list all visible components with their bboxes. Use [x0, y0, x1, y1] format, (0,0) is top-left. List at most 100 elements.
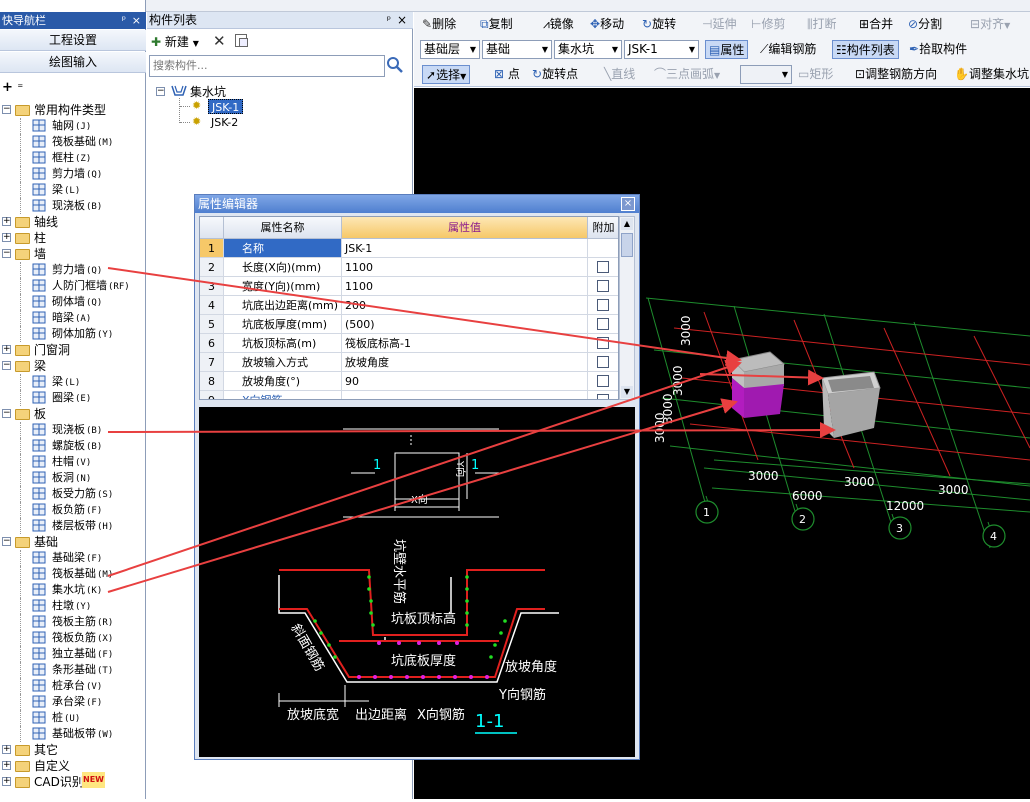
tree-item-35[interactable]: 条形基础 (T) [0, 662, 146, 678]
close-icon[interactable]: × [132, 12, 141, 29]
extend-button[interactable]: ⊣延伸 [702, 15, 736, 34]
rotate-button[interactable]: ↻旋转 [642, 15, 676, 34]
property-value-cell[interactable]: 放坡角度 [342, 353, 588, 372]
tree-item-4[interactable]: 剪力墙 (Q) [0, 166, 146, 182]
tree-item-29[interactable]: 筏板基础 (M) [0, 566, 146, 582]
copy-button[interactable]: ⧉复制 [480, 15, 513, 34]
expand-expander[interactable]: + [2, 777, 11, 786]
tree-group-7[interactable]: + 轴线 [0, 214, 146, 230]
property-value-cell[interactable]: 1100 [342, 277, 588, 296]
expand-expander[interactable]: + [2, 345, 11, 354]
tree-group-27[interactable]: − 基础 [0, 534, 146, 550]
adjust-rebar-direction-button[interactable]: ⊡调整钢筋方向 [855, 65, 937, 84]
tree-item-32[interactable]: 筏板主筋 (R) [0, 614, 146, 630]
tree-group-9[interactable]: − 墙 [0, 246, 146, 262]
tree-item-30[interactable]: 集水坑 (K) [0, 582, 146, 598]
sump-pit-jsk-1[interactable] [730, 351, 786, 418]
sump-pit-jsk-2[interactable] [821, 371, 881, 438]
type-select[interactable]: 集水坑 ▼ [554, 40, 622, 59]
arc-button[interactable]: ⌒三点画弧▼ [654, 65, 720, 84]
property-value-cell[interactable]: 200 [342, 296, 588, 315]
expand-collapse-icons[interactable]: + ⁼ [2, 80, 42, 96]
tree-item-39[interactable]: 基础板带 (W) [0, 726, 146, 742]
tree-item-21[interactable]: 螺旋板 (B) [0, 438, 146, 454]
collapse-expander[interactable]: − [2, 249, 11, 258]
tree-item-2[interactable]: 筏板基础 (M) [0, 134, 146, 150]
attach-checkbox[interactable] [597, 261, 609, 273]
attach-checkbox[interactable] [597, 375, 609, 387]
tree-item-22[interactable]: 柱帽 (V) [0, 454, 146, 470]
delete-button[interactable]: ✎删除 [422, 15, 456, 34]
component-select[interactable]: JSK-1 ▼ [624, 40, 699, 59]
tree-root-label[interactable]: 集水坑 [190, 83, 226, 100]
tree-item-14[interactable]: 砌体加筋 (Y) [0, 326, 146, 342]
property-grid-scrollbar[interactable]: ▲ ▼ [619, 216, 635, 400]
tree-group-42[interactable]: + CAD识别 NEW [0, 772, 146, 790]
tree-item-34[interactable]: 独立基础 (F) [0, 646, 146, 662]
expand-expander[interactable]: + [2, 745, 11, 754]
close-icon[interactable]: × [621, 197, 635, 211]
close-icon[interactable]: × [397, 12, 407, 29]
collapse-expander[interactable]: − [2, 361, 11, 370]
tree-item-37[interactable]: 承台梁 (F) [0, 694, 146, 710]
property-value-cell[interactable] [342, 391, 588, 399]
collapse-expander[interactable]: − [156, 87, 165, 96]
adjust-sump-button[interactable]: ✋调整集水坑 [954, 65, 1029, 84]
tree-item-20[interactable]: 现浇板 (B) [0, 422, 146, 438]
tree-item-jsk-2[interactable]: JSK-2 [211, 115, 238, 130]
property-value-cell[interactable]: 90 [342, 372, 588, 391]
tree-item-24[interactable]: 板受力筋 (S) [0, 486, 146, 502]
tree-item-5[interactable]: 梁 (L) [0, 182, 146, 198]
scroll-up-icon[interactable]: ▲ [621, 218, 633, 230]
mirror-button[interactable]: ⩘镜像 [543, 15, 574, 34]
line-button[interactable]: ╲直线 [604, 65, 635, 84]
attach-checkbox[interactable] [597, 356, 609, 368]
expand-expander[interactable]: + [2, 217, 11, 226]
attach-checkbox[interactable] [597, 318, 609, 330]
collapse-expander[interactable]: − [2, 537, 11, 546]
tree-item-1[interactable]: 轴网 (J) [0, 118, 146, 134]
component-search-input[interactable]: 搜索构件... [149, 55, 385, 77]
pin-icon[interactable]: ᵖ [387, 12, 391, 29]
pick-component-button[interactable]: ✒拾取构件 [909, 40, 967, 59]
delete-icon[interactable]: ✕ [213, 32, 226, 50]
tree-item-jsk-1[interactable]: JSK-1 [208, 99, 244, 114]
attach-checkbox[interactable] [597, 299, 609, 311]
edit-rebar-button[interactable]: ⟋编辑钢筋 [760, 40, 816, 59]
tree-item-10[interactable]: 剪力墙 (Q) [0, 262, 146, 278]
tree-group-15[interactable]: + 门窗洞 [0, 342, 146, 358]
point-button[interactable]: ⊠ 点 [494, 65, 520, 84]
tree-item-11[interactable]: 人防门框墙 (RF) [0, 278, 146, 294]
component-list-button[interactable]: ☷构件列表 [832, 40, 899, 59]
collapse-expander[interactable]: − [2, 105, 11, 114]
merge-button[interactable]: ⊞合并 [859, 15, 893, 34]
trim-button[interactable]: ⊢修剪 [751, 15, 785, 34]
drawing-input-button[interactable]: 绘图输入 [0, 52, 146, 73]
tree-item-31[interactable]: 柱墩 (Y) [0, 598, 146, 614]
attach-checkbox[interactable] [597, 394, 609, 399]
tree-item-36[interactable]: 桩承台 (V) [0, 678, 146, 694]
rectangle-button[interactable]: ▭矩形 [798, 65, 833, 84]
tree-item-26[interactable]: 楼层板带 (H) [0, 518, 146, 534]
properties-button[interactable]: ▤属性 [705, 40, 749, 59]
project-settings-button[interactable]: 工程设置 [0, 30, 146, 51]
select-button[interactable]: ➚选择▼ [422, 65, 471, 84]
scroll-down-icon[interactable]: ▼ [621, 386, 633, 398]
tree-item-33[interactable]: 筏板负筋 (X) [0, 630, 146, 646]
tree-item-23[interactable]: 板洞 (N) [0, 470, 146, 486]
property-value-cell[interactable]: 筏板底标高-1 [342, 334, 588, 353]
tree-group-0[interactable]: − 常用构件类型 [0, 102, 146, 118]
attach-checkbox[interactable] [597, 280, 609, 292]
expand-expander[interactable]: + [2, 761, 11, 770]
tree-group-19[interactable]: − 板 [0, 406, 146, 422]
tree-item-38[interactable]: 桩 (U) [0, 710, 146, 726]
search-icon[interactable] [386, 56, 408, 76]
rotate-point-button[interactable]: ↻旋转点 [532, 65, 578, 84]
tree-item-13[interactable]: 暗梁 (A) [0, 310, 146, 326]
copy-icon[interactable] [235, 34, 248, 47]
collapse-expander[interactable]: − [2, 409, 11, 418]
tree-item-6[interactable]: 现浇板 (B) [0, 198, 146, 214]
attach-checkbox[interactable] [597, 337, 609, 349]
property-value-cell[interactable]: 1100 [342, 258, 588, 277]
tree-item-18[interactable]: 圈梁 (E) [0, 390, 146, 406]
